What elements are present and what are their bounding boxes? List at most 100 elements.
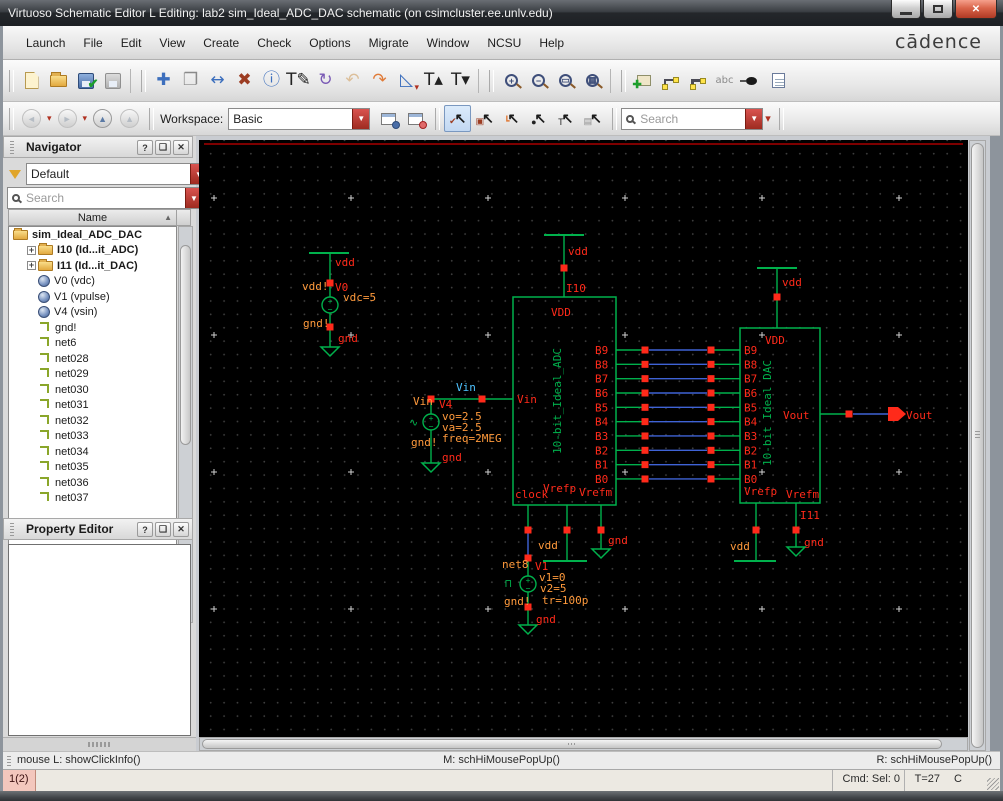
tree-item-i10-id-it-adc-[interactable]: + I10 (Id...it_ADC) — [9, 243, 176, 259]
create-pin-button[interactable] — [738, 67, 765, 94]
schematic-label[interactable]: gnd! — [411, 436, 438, 449]
wire-pin-square[interactable] — [641, 360, 649, 368]
tree-item-v1-vpulse-[interactable]: V1 (vpulse) — [9, 289, 176, 305]
title-bar[interactable]: Virtuoso Schematic Editor L Editing: lab… — [0, 0, 1003, 26]
expand-icon[interactable]: + — [27, 245, 36, 255]
toolbar-grip[interactable] — [149, 107, 155, 130]
toolbar-grip[interactable] — [9, 107, 14, 130]
wire-pin-square[interactable] — [707, 475, 715, 483]
menu-window[interactable]: Window — [418, 31, 479, 55]
dac-bit-label-b6[interactable]: B6 — [744, 387, 757, 400]
wire-pin-square[interactable] — [597, 526, 605, 534]
wire-pin-square[interactable] — [707, 418, 715, 426]
ground-symbol[interactable] — [785, 546, 807, 558]
dac-bit-label-b1[interactable]: B1 — [744, 459, 757, 472]
dac-bit-label-b3[interactable]: B3 — [744, 430, 757, 443]
create-instance-button[interactable]: ✚ — [630, 67, 657, 94]
toolbar-grip[interactable] — [141, 69, 146, 92]
workspace-dropdown-button[interactable]: ▼ — [352, 108, 370, 129]
dock-resize-grip[interactable] — [3, 737, 196, 751]
schematic-label[interactable]: 10-bit_Ideal_ADC — [551, 348, 564, 454]
wire-pin-square[interactable] — [707, 375, 715, 383]
navigator-help-button[interactable]: ? — [137, 140, 153, 155]
new-file-button[interactable] — [18, 67, 45, 94]
create-wire-button[interactable] — [657, 67, 684, 94]
zoom-selected-button[interactable]: ▦ — [579, 67, 606, 94]
wire-pin-square[interactable] — [641, 432, 649, 440]
schematic-label[interactable]: Vrefm — [579, 486, 612, 499]
schematic-label[interactable]: gnd! — [504, 595, 531, 608]
tree-scrollbar-thumb[interactable] — [180, 245, 191, 445]
save-workspace-button[interactable] — [375, 105, 402, 132]
tree-item-net030[interactable]: net030 — [9, 382, 176, 398]
wire-pin-square[interactable] — [707, 403, 715, 411]
toolbar-search-input[interactable] — [636, 111, 746, 126]
ground-symbol[interactable] — [517, 624, 539, 636]
tree-item-v0-vdc-[interactable]: V0 (vdc) — [9, 274, 176, 290]
schematic-label[interactable]: VDD — [551, 306, 571, 319]
tree-item-net036[interactable]: net036 — [9, 475, 176, 491]
wire-pin-square[interactable] — [773, 293, 781, 301]
toolbar-grip[interactable] — [778, 107, 784, 130]
schematic-label[interactable]: gnd — [442, 451, 462, 464]
schematic-label[interactable]: Vrefp — [744, 485, 777, 498]
schematic-label[interactable]: gnd — [804, 536, 824, 549]
tree-item-net037[interactable]: net037 — [9, 491, 176, 507]
menu-launch[interactable]: Launch — [17, 31, 74, 55]
menu-view[interactable]: View — [150, 31, 194, 55]
ground-symbol[interactable] — [590, 548, 612, 560]
dac-bit-label-b5[interactable]: B5 — [744, 401, 757, 414]
zoom-in-button[interactable]: + — [498, 67, 525, 94]
canvas-hscrollbar-thumb[interactable] — [202, 739, 942, 749]
menu-options[interactable]: Options — [300, 31, 359, 55]
dac-bit-label-b2[interactable]: B2 — [744, 444, 757, 457]
property-float-button[interactable]: ❏ — [155, 522, 171, 537]
create-wide-wire-button[interactable] — [684, 67, 711, 94]
schematic-label[interactable]: vdd — [538, 539, 558, 552]
wire-pin-square[interactable] — [524, 526, 532, 534]
property-editor-header[interactable]: Property Editor ? ❏ ✕ — [3, 518, 193, 540]
navigator-float-button[interactable]: ❏ — [155, 140, 171, 155]
schematic-label[interactable]: vdd — [568, 245, 588, 258]
navigator-header[interactable]: Navigator ? ❏ ✕ — [3, 136, 193, 158]
ground-symbol[interactable] — [420, 462, 442, 474]
undo-button[interactable]: ↶ — [339, 67, 366, 94]
navigator-close-button[interactable]: ✕ — [173, 140, 189, 155]
minimize-button[interactable] — [891, 0, 921, 19]
wire-pin-square[interactable] — [707, 389, 715, 397]
workspace-input[interactable] — [229, 111, 353, 126]
search-options-caret[interactable]: ▾ — [765, 112, 771, 125]
schematic-label[interactable]: Vin — [517, 393, 537, 406]
schematic-label[interactable]: VDD — [765, 334, 785, 347]
schematic-label[interactable]: gnd — [338, 332, 358, 345]
wire-pin-square[interactable] — [641, 346, 649, 354]
schematic-label[interactable]: Vrefm — [786, 488, 819, 501]
canvas-vertical-scrollbar[interactable] — [969, 140, 986, 751]
schematic-label[interactable]: ⊓ — [505, 577, 512, 590]
wire-pin-square[interactable] — [641, 375, 649, 383]
menu-file[interactable]: File — [74, 31, 111, 55]
stretch-button[interactable]: ↔ — [204, 67, 231, 94]
menu-create[interactable]: Create — [194, 31, 248, 55]
back-button[interactable]: ◄ — [18, 105, 45, 132]
delete-workspace-button[interactable] — [402, 105, 429, 132]
adc-bit-label-b4[interactable]: B4 — [595, 416, 609, 429]
navigator-filter-combo[interactable]: ▼ — [26, 163, 208, 185]
adc-bit-label-b8[interactable]: B8 — [595, 358, 608, 371]
schematic-label[interactable]: vdd! — [302, 280, 329, 293]
wire-pin-square[interactable] — [792, 526, 800, 534]
wire-pin-square[interactable] — [641, 403, 649, 411]
adc-bit-label-b6[interactable]: B6 — [595, 387, 608, 400]
tree-item-gnd-[interactable]: gnd! — [9, 320, 176, 336]
schematic-label[interactable]: freq=2MEG — [442, 432, 502, 445]
workspace-combo[interactable]: ▼ — [228, 107, 371, 130]
dac-bit-label-b9[interactable]: B9 — [744, 344, 757, 357]
property-close-button[interactable]: ✕ — [173, 522, 189, 537]
schematic-label[interactable]: gnd — [608, 534, 628, 547]
menu-edit[interactable]: Edit — [112, 31, 151, 55]
expand-icon[interactable]: + — [27, 261, 36, 271]
sheet-indicator[interactable]: 1(2) — [3, 770, 36, 791]
tree-item-net032[interactable]: net032 — [9, 413, 176, 429]
toolbar-search-combo[interactable]: ▼ — [621, 107, 764, 130]
copy-button[interactable]: ❐ — [177, 67, 204, 94]
